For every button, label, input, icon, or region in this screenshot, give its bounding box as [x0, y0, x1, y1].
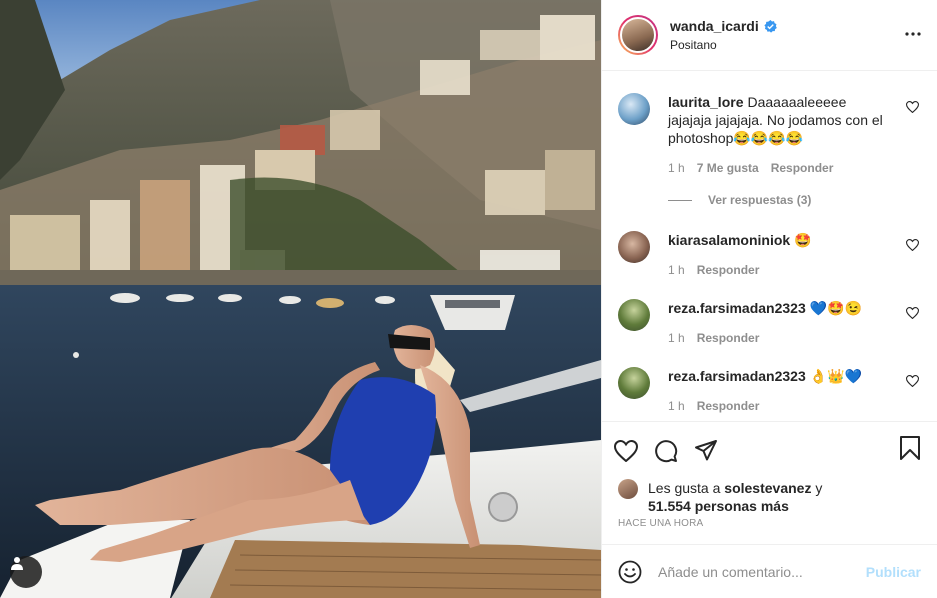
comment-item: laurita_lore Daaaaaaleeeee jajajaja jajaj…	[618, 93, 921, 175]
heart-icon[interactable]	[614, 439, 638, 462]
comment-text: 🤩	[794, 232, 812, 248]
post-side-panel: wanda_icardi Positano laurita_lore Daaaa…	[601, 0, 937, 598]
more-options-icon[interactable]	[905, 26, 921, 42]
commenter-avatar[interactable]	[618, 299, 650, 331]
author-username[interactable]: wanda_icardi	[670, 18, 759, 34]
view-replies-label: Ver respuestas (3)	[708, 193, 812, 207]
post-location[interactable]: Positano	[670, 38, 777, 52]
commenter-avatar[interactable]	[618, 93, 650, 125]
comment-time[interactable]: 1 h	[668, 263, 685, 277]
comment-text-block: reza.farsimadan2323 👌👑💙	[668, 367, 888, 385]
likes-others-count[interactable]: 51.554 personas más	[648, 498, 789, 514]
bookmark-icon[interactable]	[899, 435, 921, 461]
commenter-username[interactable]: laurita_lore	[668, 94, 743, 110]
comment-text-block: kiarasalamoniniok 🤩	[668, 231, 888, 249]
view-replies-button[interactable]: Ver respuestas (3)	[668, 193, 921, 207]
post-comment-button[interactable]: Publicar	[866, 564, 921, 580]
comment-time[interactable]: 1 h	[668, 331, 685, 345]
likes-prefix: Les gusta a	[648, 480, 721, 496]
comment-meta: 1 h Responder	[668, 331, 888, 345]
comment-composer: Publicar	[602, 544, 937, 598]
commenter-username[interactable]: kiarasalamoniniok	[668, 232, 790, 248]
photo-illustration	[0, 0, 601, 598]
comment-text-block: reza.farsimadan2323 💙🤩😉	[668, 299, 888, 317]
reply-button[interactable]: Responder	[697, 399, 760, 413]
commenter-username[interactable]: reza.farsimadan2323	[668, 368, 806, 384]
liker-username[interactable]: solestevanez	[724, 480, 811, 496]
replies-divider	[668, 199, 692, 201]
commenter-username[interactable]: reza.farsimadan2323	[668, 300, 806, 316]
likes-conj: y	[815, 480, 823, 496]
share-icon[interactable]	[694, 439, 718, 463]
comment-meta: 1 h 7 Me gusta Responder	[668, 161, 888, 175]
comment-likes-count[interactable]: 7 Me gusta	[697, 161, 759, 175]
comment-heart-icon[interactable]	[906, 239, 919, 251]
comment-icon[interactable]	[654, 439, 678, 463]
reply-button[interactable]: Responder	[697, 263, 760, 277]
post-header: wanda_icardi Positano	[602, 0, 937, 71]
reply-button[interactable]: Responder	[771, 161, 834, 175]
likes-summary: Les gusta a solestevanez y 51.554 person…	[602, 479, 937, 518]
comment-item: reza.farsimadan2323 💙🤩😉 1 h Responder	[618, 299, 921, 345]
reply-button[interactable]: Responder	[697, 331, 760, 345]
post-dialog: wanda_icardi Positano laurita_lore Daaaa…	[0, 0, 937, 598]
comment-time[interactable]: 1 h	[668, 161, 685, 175]
post-timestamp[interactable]: Hace una hora	[602, 518, 937, 544]
user-tag-icon	[11, 557, 23, 570]
comment-text-block: laurita_lore Daaaaaaleeeee jajajaja jajaj…	[668, 93, 888, 147]
comment-time[interactable]: 1 h	[668, 399, 685, 413]
commenter-avatar[interactable]	[618, 231, 650, 263]
post-photo[interactable]	[0, 0, 601, 598]
liker-avatar[interactable]	[618, 479, 638, 499]
comment-text: 👌👑💙	[809, 368, 863, 384]
comment-meta: 1 h Responder	[668, 263, 888, 277]
author-avatar[interactable]	[618, 15, 658, 55]
verified-badge-icon	[764, 19, 777, 33]
comment-input[interactable]	[658, 563, 866, 580]
user-tag-button[interactable]	[10, 556, 42, 588]
emoji-icon[interactable]	[618, 560, 642, 584]
post-actions-bar	[602, 421, 937, 479]
comments-list: laurita_lore Daaaaaaleeeee jajajaja jajaj…	[602, 71, 937, 421]
comment-item: reza.farsimadan2323 👌👑💙 1 h Responder	[618, 367, 921, 413]
comment-text: 💙🤩😉	[809, 300, 863, 316]
comment-heart-icon[interactable]	[906, 307, 919, 319]
comment-heart-icon[interactable]	[906, 101, 919, 113]
comment-heart-icon[interactable]	[906, 375, 919, 387]
comment-meta: 1 h Responder	[668, 399, 888, 413]
commenter-avatar[interactable]	[618, 367, 650, 399]
comment-item: kiarasalamoniniok 🤩 1 h Responder	[618, 231, 921, 277]
